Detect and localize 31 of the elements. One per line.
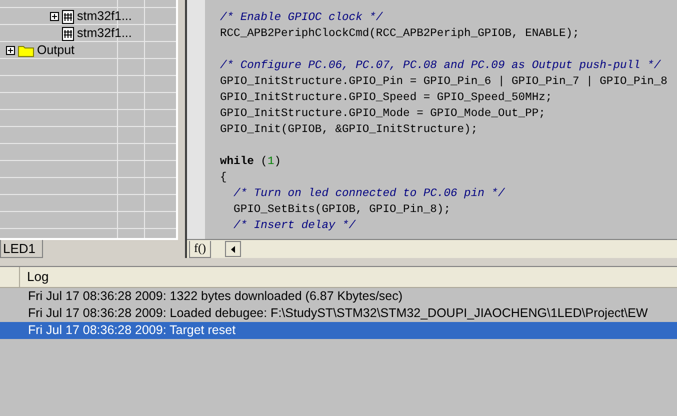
file-icon xyxy=(62,26,74,40)
left-arrow-icon xyxy=(231,246,235,252)
code-token: GPIO_InitStructure.GPIO_Pin = GPIO_Pin_6 | GPIO_Pin_7 | GPIO_Pin_8 xyxy=(220,76,668,88)
expand-icon[interactable] xyxy=(6,46,15,55)
tree-item-label[interactable]: Output xyxy=(37,41,75,60)
code-token: ) xyxy=(274,156,282,168)
scroll-left-button[interactable] xyxy=(225,241,241,257)
code-token: { xyxy=(220,172,227,184)
code-token: /* Configure PC.06, PC.07, PC.08 and PC.09 as Output push-pull */ xyxy=(220,60,661,72)
code-token: RCC_APB2PeriphClockCmd(RCC_APB2Periph_GPIOB, ENABLE); xyxy=(220,28,580,40)
log-row[interactable]: Fri Jul 17 08:36:28 2009: 1322 bytes downloaded (6.87 Kbytes/sec) xyxy=(0,288,677,305)
code-token: /* Insert delay */ xyxy=(232,220,356,232)
code-token: /* Turn on led connected to PC.06 pin */ xyxy=(232,188,505,200)
file-icon xyxy=(62,10,74,24)
code-token: ( xyxy=(260,156,268,168)
code-token: 1 xyxy=(267,156,274,168)
expand-icon[interactable] xyxy=(50,12,59,21)
log-row[interactable]: Fri Jul 17 08:36:28 2009: Loaded debugee: F:\StudyST\STM32\STM32_DOUPI_JIAOCHENG\1LED\Project\EW xyxy=(0,305,677,322)
code-token: GPIO_Init(GPIOB, &GPIO_InitStructure); xyxy=(220,124,478,136)
column-header[interactable]: Log xyxy=(27,269,49,284)
tree-item-label[interactable]: stm32f1... xyxy=(77,7,132,26)
code-token: GPIO_InitStructure.GPIO_Mode = GPIO_Mode_Out_PP; xyxy=(220,108,546,120)
code-token: GPIO_InitStructure.GPIO_Speed = GPIO_Speed_50MHz; xyxy=(220,92,552,104)
function-tab[interactable]: f() xyxy=(189,240,211,258)
code-token: GPIO_SetBits(GPIOB, GPIO_Pin_8); xyxy=(232,204,450,216)
project-tab[interactable]: LED1 xyxy=(0,240,43,258)
folder-icon xyxy=(18,44,34,57)
log-row[interactable]: Fri Jul 17 08:36:28 2009: Target reset xyxy=(0,322,677,339)
code-token: while xyxy=(220,156,254,168)
tree-item-label[interactable]: stm32f1... xyxy=(77,24,132,43)
code-token: /* Enable GPIOC clock */ xyxy=(220,12,383,24)
